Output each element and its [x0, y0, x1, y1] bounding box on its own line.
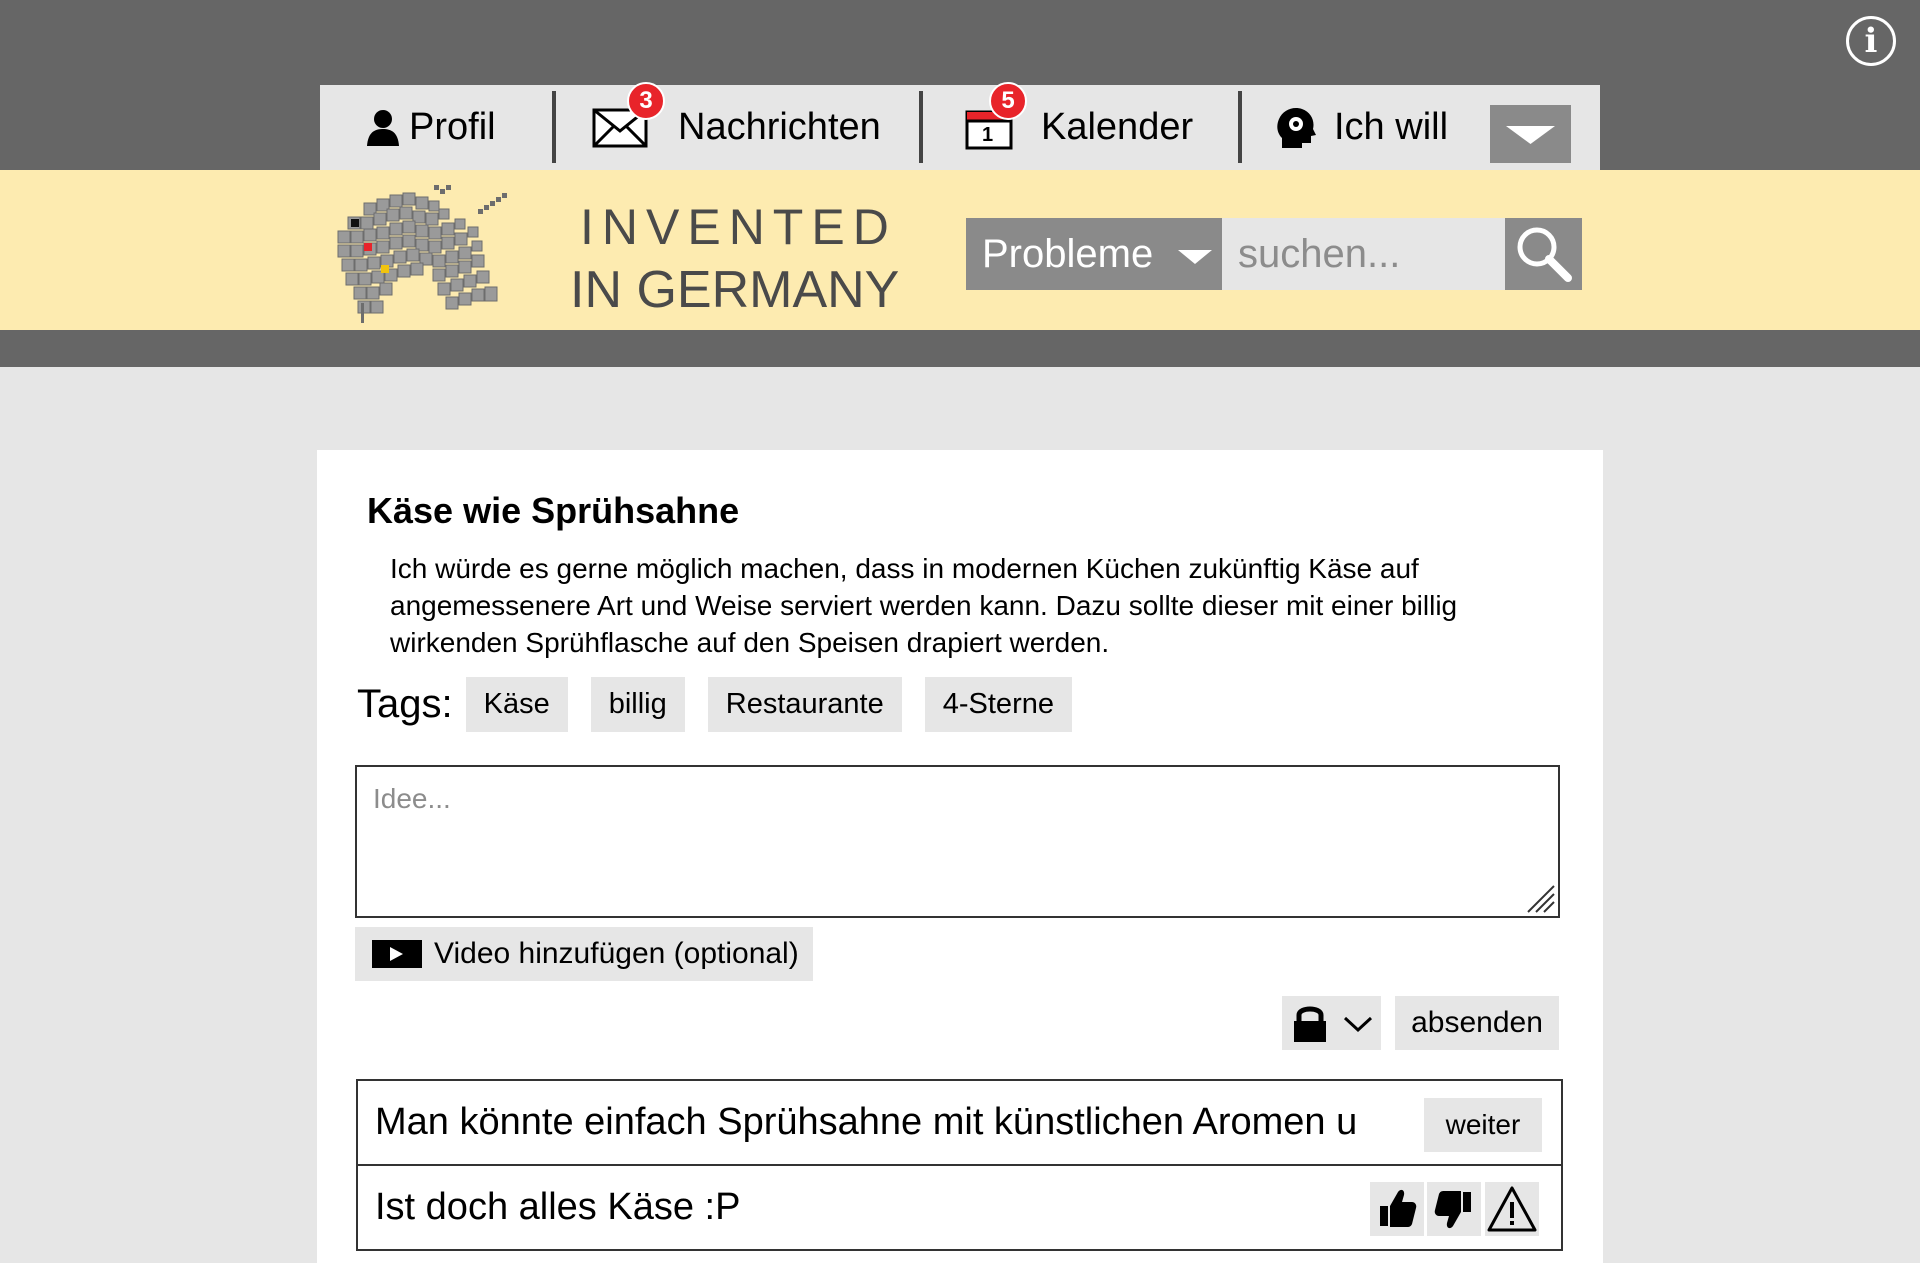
- answer-row: Man könnte einfach Sprühsahne mit künstl…: [358, 1081, 1561, 1164]
- downvote-button[interactable]: [1427, 1182, 1481, 1236]
- nav-item-ich-will[interactable]: Ich will: [1276, 85, 1448, 170]
- thumbs-down-icon: [1434, 1191, 1471, 1229]
- report-button[interactable]: [1485, 1182, 1539, 1236]
- nav-divider: [552, 91, 556, 163]
- submit-button[interactable]: absenden: [1395, 996, 1559, 1050]
- nav-item-profil[interactable]: Profil: [365, 85, 496, 170]
- tag-chip[interactable]: 4-Sterne: [924, 677, 1072, 732]
- tags-label: Tags:: [357, 682, 453, 726]
- nav-label-nachrichten: Nachrichten: [678, 106, 881, 148]
- add-video-label: Video hinzufügen (optional): [434, 937, 799, 970]
- info-icon: i: [1864, 21, 1878, 61]
- calendar-day: 1: [982, 123, 994, 146]
- brand-title-line2: IN GERMANY: [570, 261, 900, 319]
- add-video-button[interactable]: Video hinzufügen (optional): [355, 927, 813, 981]
- problem-description: Ich würde es gerne möglich machen, dass …: [390, 553, 1458, 658]
- idea-textarea[interactable]: [355, 765, 1560, 918]
- answer-row: Ist doch alles Käse :P: [358, 1164, 1561, 1249]
- answer-list: Man könnte einfach Sprühsahne mit künstl…: [356, 1079, 1563, 1251]
- search-button[interactable]: [1505, 218, 1582, 290]
- head-gear-icon: [1277, 107, 1316, 148]
- nav-divider: [1238, 91, 1242, 163]
- upvote-button[interactable]: [1370, 1182, 1424, 1236]
- answer-text: Man könnte einfach Sprühsahne mit künstl…: [375, 1101, 1358, 1143]
- answer-text: Ist doch alles Käse :P: [375, 1186, 741, 1228]
- nav-label-profil: Profil: [409, 106, 496, 148]
- problem-card: Käse wie Sprühsahne Ich würde es gerne m…: [317, 450, 1603, 1263]
- search-category-select[interactable]: Probleme: [966, 218, 1222, 290]
- messages-badge: 3: [627, 81, 665, 120]
- tag-chip[interactable]: Restaurante: [707, 677, 902, 732]
- chevron-down-icon: [1506, 126, 1555, 144]
- video-play-icon: [372, 940, 422, 968]
- warning-icon: [1487, 1186, 1537, 1232]
- calendar-badge: 5: [989, 81, 1027, 120]
- tag-chip[interactable]: billig: [590, 677, 685, 732]
- nav-item-nachrichten[interactable]: 3 Nachrichten: [592, 81, 881, 170]
- search-category-label: Probleme: [982, 232, 1154, 276]
- nav-dropdown-button[interactable]: [1490, 105, 1571, 163]
- chevron-down-icon: [1343, 1016, 1373, 1033]
- user-icon: [367, 109, 399, 146]
- nav-divider: [919, 91, 923, 163]
- info-button[interactable]: i: [1846, 16, 1896, 66]
- search-input[interactable]: [1222, 218, 1505, 290]
- thumbs-up-icon: [1380, 1189, 1417, 1227]
- tag-list: Tags: Käse billig Restaurante 4-Sterne: [357, 677, 1095, 732]
- nav-item-kalender[interactable]: 1 5 Kalender: [965, 81, 1194, 170]
- more-button[interactable]: weiter: [1424, 1098, 1542, 1152]
- nav-label-ich-will: Ich will: [1334, 106, 1449, 148]
- nav-label-kalender: Kalender: [1041, 106, 1194, 148]
- brand-title-line1: INVENTED: [580, 199, 897, 255]
- problem-title: Käse wie Sprühsahne: [367, 490, 740, 531]
- brand-bar: [0, 170, 1920, 330]
- search-icon: [1517, 227, 1572, 282]
- chevron-down-icon: [1178, 250, 1212, 264]
- unicorn-logo: [337, 185, 507, 323]
- privacy-dropdown-button[interactable]: [1282, 996, 1381, 1050]
- main-nav: Profil 3 Nachrichten 1 5 Kalender Ich wi…: [320, 81, 1600, 170]
- resize-grip-icon[interactable]: [1522, 880, 1556, 914]
- lock-icon: [1294, 1006, 1326, 1042]
- tag-chip[interactable]: Käse: [465, 677, 568, 732]
